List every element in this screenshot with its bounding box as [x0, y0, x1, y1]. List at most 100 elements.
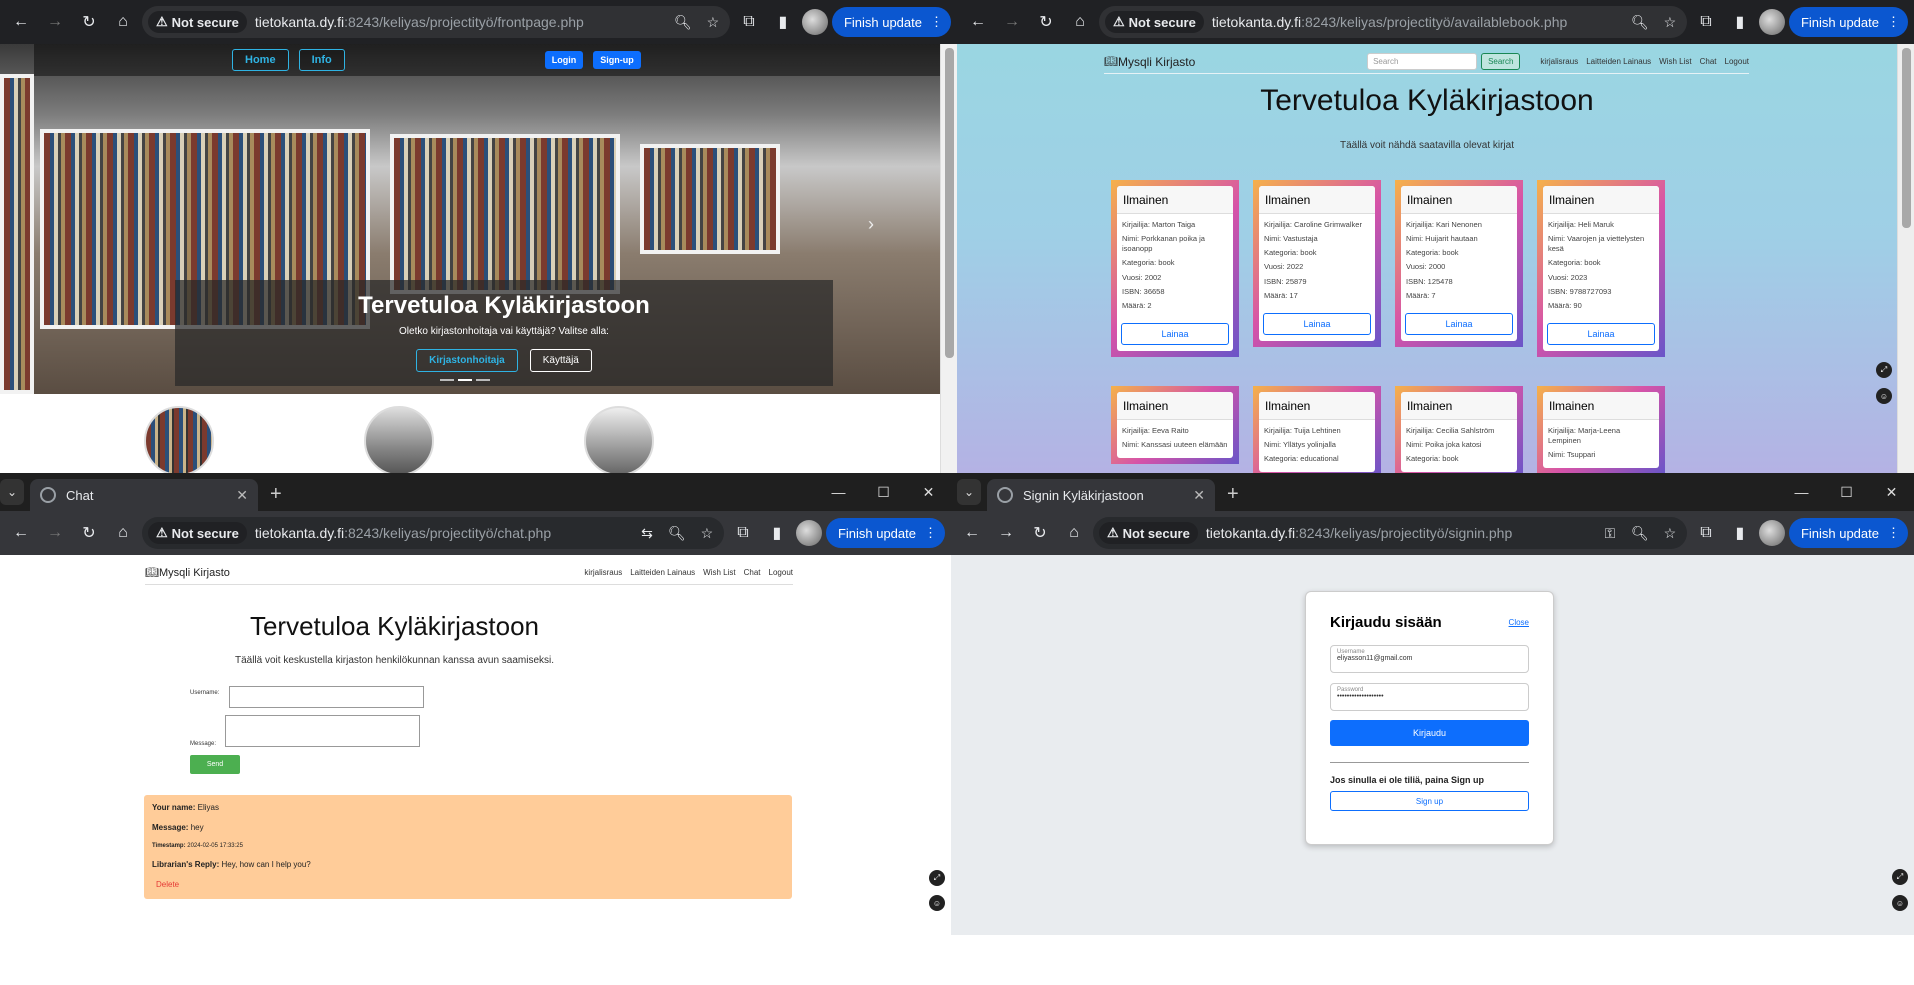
- scrollbar[interactable]: [940, 44, 957, 473]
- info-button[interactable]: Info: [298, 49, 345, 71]
- back-icon[interactable]: ←: [957, 518, 987, 548]
- nav-link-lainaus[interactable]: Laitteiden Lainaus: [630, 568, 695, 577]
- star-icon[interactable]: ☆: [1659, 525, 1681, 542]
- address-bar[interactable]: ⚠ Not secure tietokanta.dy.fi:8243/keliya…: [1093, 517, 1687, 549]
- close-link[interactable]: Close: [1509, 618, 1529, 627]
- url-text[interactable]: tietokanta.dy.fi:8243/keliyas/projectity…: [1212, 14, 1621, 30]
- key-icon[interactable]: ⚿: [1599, 525, 1621, 542]
- assistant-icon[interactable]: ☺: [1876, 388, 1892, 404]
- finish-update-button[interactable]: Finish update ⋮: [1788, 7, 1908, 37]
- zoom-icon[interactable]: 🔍︎: [666, 525, 688, 542]
- signup-button[interactable]: Sign-up: [593, 51, 641, 69]
- signup-button[interactable]: Sign up: [1330, 791, 1529, 811]
- close-tab-icon[interactable]: ✕: [1193, 487, 1205, 504]
- url-text[interactable]: tietokanta.dy.fi:8243/keliyas/projectity…: [255, 525, 628, 541]
- extensions-icon[interactable]: ⧉: [1691, 7, 1721, 37]
- maximize-icon[interactable]: ☐: [1824, 473, 1869, 511]
- password-field[interactable]: Password •••••••••••••••••••: [1330, 683, 1529, 711]
- forward-icon[interactable]: →: [40, 7, 70, 37]
- not-secure-chip[interactable]: ⚠ Not secure: [1105, 11, 1204, 33]
- profile-avatar[interactable]: [801, 9, 828, 35]
- reload-icon[interactable]: ↻: [74, 7, 104, 37]
- tab-signin[interactable]: Signin Kyläkirjastoon ✕: [987, 479, 1215, 511]
- user-button[interactable]: Käyttäjä: [529, 349, 592, 372]
- tab-search-icon[interactable]: ⌄: [957, 479, 981, 505]
- assistant-icon[interactable]: ☺: [1892, 895, 1908, 911]
- home-icon[interactable]: ⌂: [1065, 7, 1095, 37]
- extensions-icon[interactable]: ⧉: [1691, 518, 1721, 548]
- nav-link-kirjalisraus[interactable]: kirjalisraus: [584, 568, 622, 577]
- site-logo[interactable]: Mysqli Kirjasto: [159, 567, 230, 579]
- profile-avatar[interactable]: [795, 520, 822, 546]
- address-bar[interactable]: ⚠ Not secure tietokanta.dy.fi:8243/keliya…: [142, 517, 724, 549]
- home-icon[interactable]: ⌂: [108, 518, 138, 548]
- back-icon[interactable]: ←: [963, 7, 993, 37]
- message-textarea[interactable]: [225, 715, 420, 747]
- close-tab-icon[interactable]: ✕: [236, 487, 248, 504]
- lainaa-button[interactable]: Lainaa: [1405, 312, 1513, 335]
- forward-icon[interactable]: →: [991, 518, 1021, 548]
- tab-chat[interactable]: Chat ✕: [30, 479, 258, 511]
- delete-link[interactable]: Delete: [156, 880, 784, 889]
- extensions-icon[interactable]: ⧉: [728, 518, 758, 548]
- close-window-icon[interactable]: ✕: [1869, 473, 1914, 511]
- nav-link-kirjalisraus[interactable]: kirjalisraus: [1540, 57, 1578, 66]
- home-button[interactable]: Home: [232, 49, 289, 71]
- nav-link-wishlist[interactable]: Wish List: [703, 568, 735, 577]
- username-input[interactable]: [229, 686, 424, 708]
- finish-update-button[interactable]: Finish update ⋮: [831, 7, 951, 37]
- profile-avatar[interactable]: [1758, 9, 1785, 35]
- login-button[interactable]: Login: [544, 51, 584, 69]
- close-window-icon[interactable]: ✕: [906, 473, 951, 511]
- nav-link-logout[interactable]: Logout: [769, 568, 793, 577]
- finish-update-button[interactable]: Finish update ⋮: [825, 518, 945, 548]
- zoom-icon[interactable]: 🔍︎: [1629, 525, 1651, 542]
- url-text[interactable]: tietokanta.dy.fi:8243/keliyas/projectity…: [255, 14, 664, 30]
- carousel-next-icon[interactable]: ›: [868, 214, 874, 235]
- tab-search-icon[interactable]: ⌄: [0, 479, 24, 505]
- url-text[interactable]: tietokanta.dy.fi:8243/keliyas/projectity…: [1206, 525, 1591, 541]
- librarian-button[interactable]: Kirjastonhoitaja: [416, 349, 518, 372]
- home-icon[interactable]: ⌂: [1059, 518, 1089, 548]
- reload-icon[interactable]: ↻: [74, 518, 104, 548]
- star-icon[interactable]: ☆: [1659, 14, 1681, 31]
- search-button[interactable]: Search: [1481, 53, 1521, 70]
- scrollbar[interactable]: [1897, 44, 1914, 473]
- reload-icon[interactable]: ↻: [1031, 7, 1061, 37]
- new-tab-icon[interactable]: +: [1227, 483, 1239, 506]
- lainaa-button[interactable]: Lainaa: [1547, 322, 1655, 345]
- nav-link-logout[interactable]: Logout: [1725, 57, 1749, 66]
- lainaa-button[interactable]: Lainaa: [1121, 322, 1229, 345]
- side-panel-icon[interactable]: ▮: [768, 7, 798, 37]
- zoom-icon[interactable]: 🔍︎: [1629, 14, 1651, 31]
- username-field[interactable]: Username eliyasson11@gmail.com: [1330, 645, 1529, 673]
- nav-link-chat[interactable]: Chat: [1700, 57, 1717, 66]
- side-panel-icon[interactable]: ▮: [1725, 518, 1755, 548]
- not-secure-chip[interactable]: ⚠ Not secure: [148, 522, 247, 544]
- minimize-icon[interactable]: —: [816, 473, 861, 511]
- reload-icon[interactable]: ↻: [1025, 518, 1055, 548]
- star-icon[interactable]: ☆: [696, 525, 718, 542]
- profile-avatar[interactable]: [1758, 520, 1785, 546]
- side-panel-icon[interactable]: ▮: [762, 518, 792, 548]
- back-icon[interactable]: ←: [6, 518, 36, 548]
- assistant-icon[interactable]: ☺: [929, 895, 945, 911]
- forward-icon[interactable]: →: [40, 518, 70, 548]
- extension-icon[interactable]: ⤢: [1892, 869, 1908, 885]
- search-input[interactable]: Search: [1367, 53, 1478, 70]
- send-button[interactable]: Send: [190, 755, 240, 774]
- nav-link-wishlist[interactable]: Wish List: [1659, 57, 1691, 66]
- site-logo[interactable]: Mysqli Kirjasto: [1118, 55, 1195, 69]
- address-bar[interactable]: ⚠ Not secure tietokanta.dy.fi:8243/keliya…: [1099, 6, 1687, 38]
- extension-icon[interactable]: ⤢: [929, 870, 945, 886]
- new-tab-icon[interactable]: +: [270, 483, 282, 506]
- address-bar[interactable]: ⚠ Not secure tietokanta.dy.fi:8243/keliya…: [142, 6, 730, 38]
- forward-icon[interactable]: →: [997, 7, 1027, 37]
- lainaa-button[interactable]: Lainaa: [1263, 312, 1371, 335]
- extensions-icon[interactable]: ⧉: [734, 7, 764, 37]
- login-button[interactable]: Kirjaudu: [1330, 720, 1529, 746]
- back-icon[interactable]: ←: [6, 7, 36, 37]
- home-icon[interactable]: ⌂: [108, 7, 138, 37]
- extension-icon[interactable]: ⤢: [1876, 362, 1892, 378]
- nav-link-chat[interactable]: Chat: [744, 568, 761, 577]
